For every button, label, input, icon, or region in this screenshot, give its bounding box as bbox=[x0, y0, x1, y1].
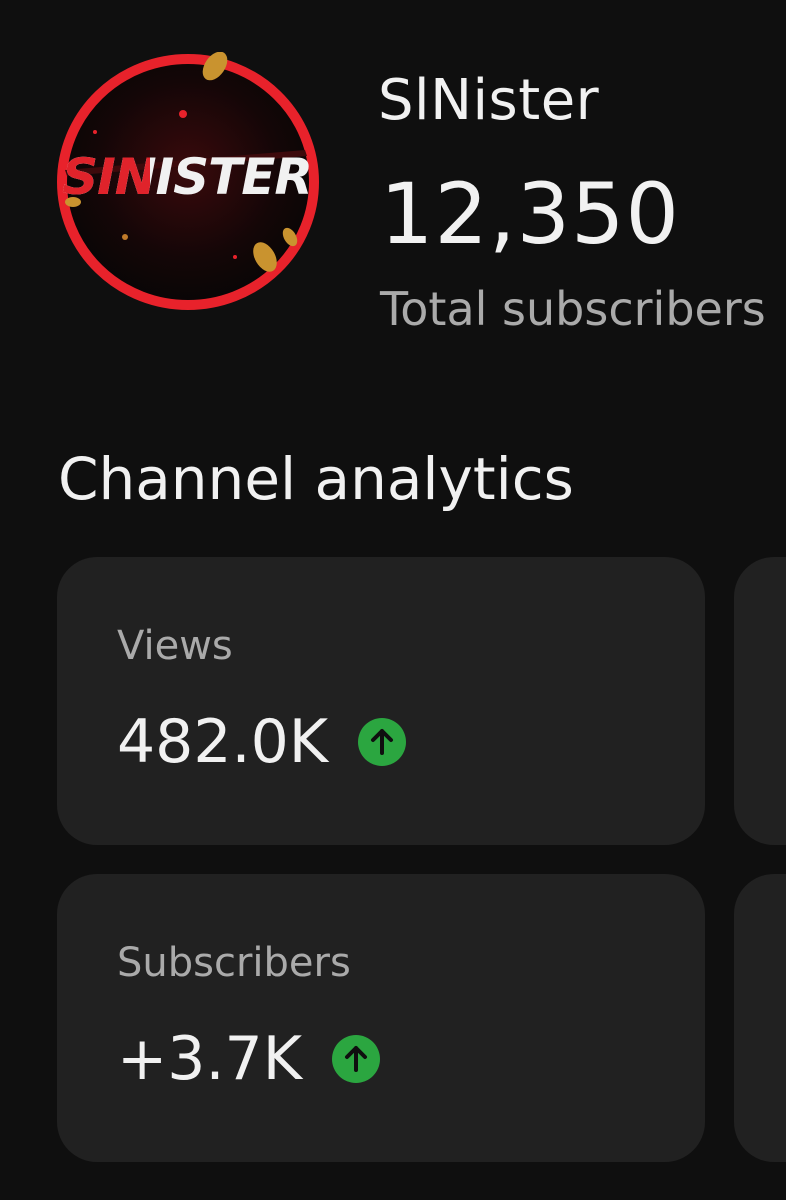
channel-avatar-icon: SINISTER SINISTER bbox=[57, 52, 319, 310]
subscribers-value-row: +3.7K bbox=[117, 1024, 381, 1094]
subscribers-value: +3.7K bbox=[117, 1024, 303, 1094]
views-card[interactable]: Views 482.0K bbox=[57, 557, 705, 845]
section-title: Channel analytics bbox=[58, 445, 574, 513]
subscribers-card[interactable]: Subscribers +3.7K bbox=[57, 874, 705, 1162]
analytics-card-peek[interactable] bbox=[734, 557, 786, 845]
views-value: 482.0K bbox=[117, 707, 329, 777]
views-value-row: 482.0K bbox=[117, 707, 407, 777]
subscribers-label: Subscribers bbox=[117, 940, 351, 986]
views-label: Views bbox=[117, 623, 233, 669]
channel-avatar[interactable]: SINISTER SINISTER bbox=[55, 52, 321, 312]
channel-analytics-screen: SINISTER SINISTER SlNister 12,350 Total … bbox=[0, 0, 786, 1200]
arrow-up-icon bbox=[358, 718, 407, 766]
subscriber-caption: Total subscribers bbox=[380, 282, 766, 336]
arrow-up-icon bbox=[332, 1035, 381, 1083]
analytics-card-peek[interactable] bbox=[734, 874, 786, 1162]
channel-name: SlNister bbox=[378, 68, 600, 133]
subscriber-count: 12,350 bbox=[380, 165, 680, 263]
